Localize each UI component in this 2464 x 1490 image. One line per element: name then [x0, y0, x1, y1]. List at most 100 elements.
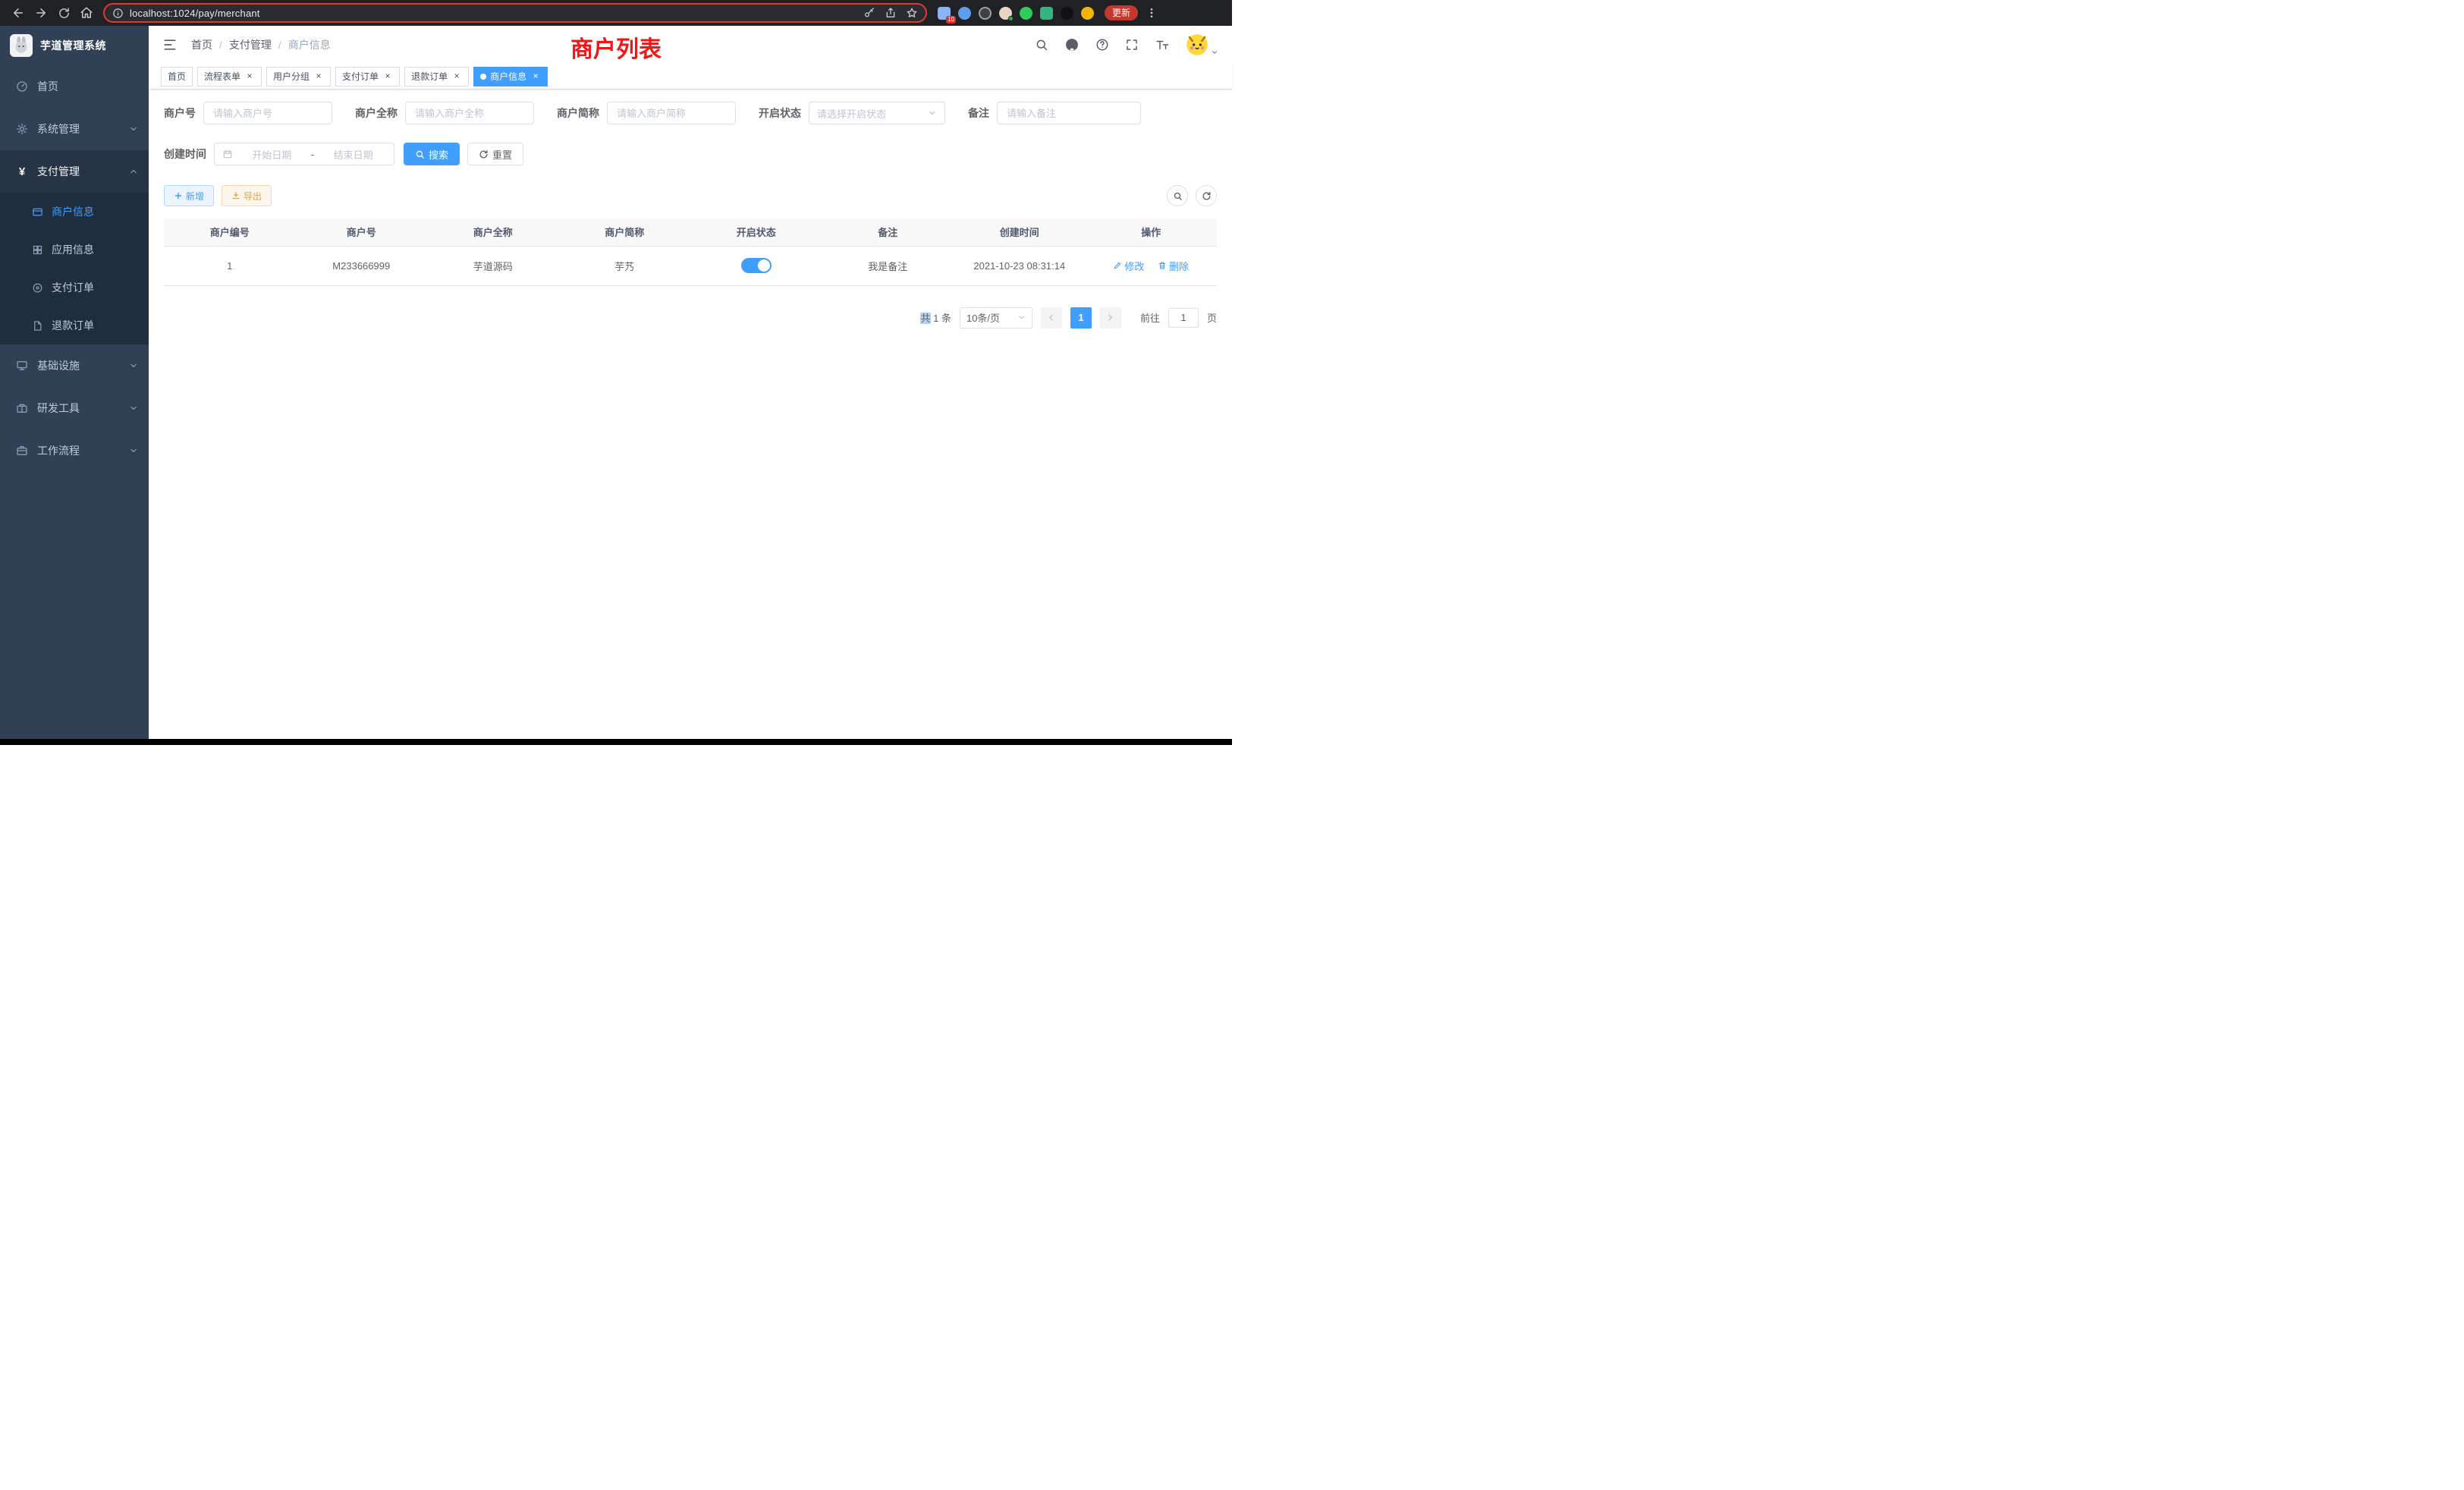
- home-button[interactable]: [76, 2, 97, 24]
- tab-label: 商户信息: [490, 70, 526, 83]
- column-header: 商户简称: [559, 218, 691, 246]
- create-time-daterange[interactable]: 开始日期 - 结束日期: [214, 143, 394, 165]
- chevron-down-icon: [1017, 313, 1026, 322]
- extension-icon[interactable]: 10: [938, 7, 951, 20]
- tab-label: 用户分组: [273, 70, 310, 83]
- close-icon[interactable]: ×: [451, 71, 462, 82]
- toggle-search-button[interactable]: [1167, 185, 1188, 206]
- tab-refund-order[interactable]: 退款订单 ×: [404, 67, 469, 86]
- merchant-full-name-input[interactable]: [405, 102, 534, 124]
- field-label: 商户号: [164, 105, 196, 121]
- merchant-no-input[interactable]: [203, 102, 332, 124]
- tab-user-group[interactable]: 用户分组 ×: [266, 67, 331, 86]
- sidebar-item-workflow[interactable]: 工作流程: [0, 429, 149, 472]
- search-form-row-2: 创建时间 开始日期 - 结束日期 搜索 重置: [164, 143, 1217, 165]
- back-button[interactable]: [8, 2, 29, 24]
- star-icon[interactable]: [906, 7, 918, 19]
- extension-icon[interactable]: [1020, 7, 1032, 20]
- export-button[interactable]: 导出: [222, 185, 272, 206]
- table-row: 1 M233666999 芋道源码 芋艿 我是备注 2021-10-23 08:…: [164, 246, 1217, 285]
- next-page-button[interactable]: [1100, 307, 1121, 328]
- extension-icon[interactable]: [979, 7, 992, 20]
- status-select[interactable]: 请选择开启状态: [809, 102, 945, 124]
- browser-menu-icon[interactable]: [1146, 7, 1158, 19]
- chevron-down-icon: [129, 124, 138, 134]
- help-icon[interactable]: [1095, 38, 1109, 52]
- chevron-down-icon: [129, 404, 138, 413]
- breadcrumb-item[interactable]: 首页: [191, 37, 212, 52]
- tab-home[interactable]: 首页: [161, 67, 193, 86]
- sidebar-item-merchant-info[interactable]: 商户信息: [0, 193, 149, 231]
- prev-page-button[interactable]: [1041, 307, 1062, 328]
- sidebar-item-refund-order[interactable]: 退款订单: [0, 306, 149, 344]
- sidebar-item-app-info[interactable]: 应用信息: [0, 231, 149, 269]
- add-button[interactable]: 新增: [164, 185, 214, 206]
- chevron-down-icon[interactable]: [1211, 49, 1218, 56]
- sidebar-item-label: 商户信息: [52, 204, 94, 219]
- column-header: 商户全称: [427, 218, 559, 246]
- close-icon[interactable]: ×: [244, 71, 255, 82]
- navbar-actions: [1035, 33, 1218, 56]
- sidebar-item-system[interactable]: 系统管理: [0, 108, 149, 150]
- download-icon: [231, 191, 240, 200]
- github-icon[interactable]: [1064, 37, 1080, 52]
- extension-icon[interactable]: [1040, 7, 1053, 20]
- refresh-table-button[interactable]: [1196, 185, 1217, 206]
- sidebar-item-home[interactable]: 首页: [0, 65, 149, 108]
- breadcrumb-separator: /: [219, 39, 222, 51]
- forward-button[interactable]: [30, 2, 52, 24]
- breadcrumb-item[interactable]: 支付管理: [229, 37, 272, 52]
- close-icon[interactable]: ×: [313, 71, 324, 82]
- field-label: 创建时间: [164, 146, 206, 162]
- delete-link[interactable]: 删除: [1158, 259, 1189, 273]
- card-icon: [32, 206, 43, 218]
- current-page-button[interactable]: 1: [1070, 307, 1092, 328]
- fullscreen-icon[interactable]: [1125, 38, 1139, 52]
- column-header: 开启状态: [690, 218, 822, 246]
- extension-icon[interactable]: [999, 7, 1012, 20]
- info-icon[interactable]: [112, 8, 124, 19]
- top-navbar: 首页 / 支付管理 / 商户信息 商户列表: [149, 26, 1232, 64]
- reset-button[interactable]: 重置: [467, 143, 523, 165]
- date-start-placeholder: 开始日期: [239, 147, 305, 162]
- goto-page-input[interactable]: [1168, 308, 1199, 328]
- browser-update-button[interactable]: 更新: [1105, 5, 1138, 20]
- sidebar-item-label: 首页: [37, 79, 58, 94]
- sidebar-item-payment[interactable]: ¥ 支付管理: [0, 150, 149, 193]
- page-size-select[interactable]: 10条/页: [960, 307, 1032, 328]
- sidebar-item-infrastructure[interactable]: 基础设施: [0, 344, 149, 387]
- share-icon[interactable]: [885, 7, 897, 19]
- edit-link[interactable]: 修改: [1113, 259, 1144, 273]
- user-avatar[interactable]: [1186, 33, 1208, 56]
- merchant-short-name-input[interactable]: [607, 102, 736, 124]
- active-dot: [480, 74, 486, 80]
- reload-button[interactable]: [53, 2, 74, 24]
- tab-pay-order[interactable]: 支付订单 ×: [335, 67, 400, 86]
- grid-icon: [32, 244, 43, 256]
- sidebar-item-label: 退款订单: [52, 318, 94, 333]
- key-icon[interactable]: [863, 7, 875, 19]
- extension-icon[interactable]: [1081, 7, 1094, 20]
- tab-merchant-info[interactable]: 商户信息 ×: [473, 67, 548, 86]
- cell-actions: 修改 删除: [1086, 246, 1218, 285]
- status-toggle[interactable]: [741, 258, 772, 273]
- tab-label: 退款订单: [411, 70, 448, 83]
- search-icon[interactable]: [1035, 38, 1048, 52]
- extension-icon[interactable]: [1061, 7, 1073, 20]
- remark-input[interactable]: [997, 102, 1141, 124]
- user-menu[interactable]: [1186, 33, 1218, 56]
- close-icon[interactable]: ×: [382, 71, 393, 82]
- tab-process-form[interactable]: 流程表单 ×: [197, 67, 262, 86]
- extension-icon[interactable]: [958, 7, 971, 20]
- search-button[interactable]: 搜索: [404, 143, 460, 165]
- font-size-icon[interactable]: [1155, 38, 1170, 52]
- sidebar-item-pay-order[interactable]: 支付订单: [0, 269, 149, 306]
- cell-full-name: 芋道源码: [427, 246, 559, 285]
- gear-icon: [16, 123, 28, 135]
- chevron-down-icon: [129, 361, 138, 370]
- sidebar-item-dev-tools[interactable]: 研发工具: [0, 387, 149, 429]
- address-bar[interactable]: localhost:1024/pay/merchant: [103, 3, 927, 23]
- logo-avatar: [10, 34, 33, 57]
- close-icon[interactable]: ×: [530, 71, 541, 82]
- sidebar-toggle[interactable]: [162, 37, 178, 52]
